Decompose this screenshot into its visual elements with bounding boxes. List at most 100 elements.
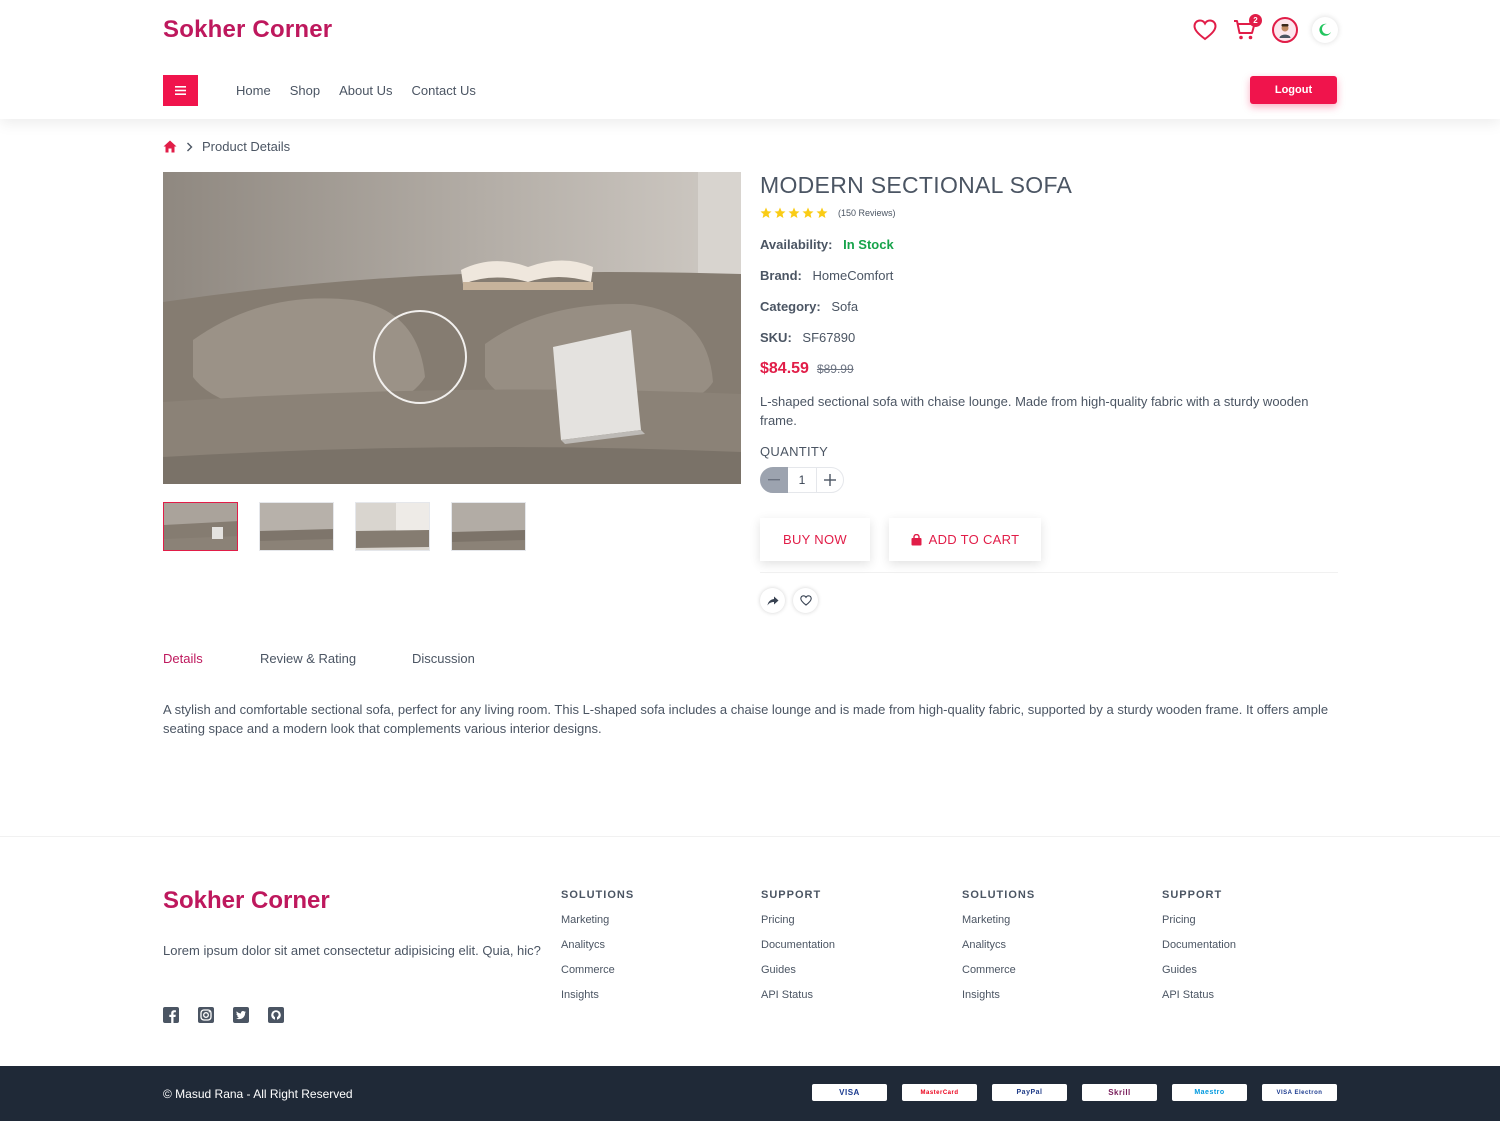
nav-contact-us[interactable]: Contact Us: [412, 83, 476, 98]
availability-label: Availability:: [760, 237, 833, 252]
purchase-actions: BUY NOW ADD TO CART: [760, 518, 1338, 561]
chevron-right-icon: [187, 142, 193, 151]
thumbnail-image: [260, 503, 333, 550]
site-header: Sokher Corner 2 Home Shop About Us Conta…: [0, 0, 1500, 119]
nav-shop[interactable]: Shop: [290, 83, 320, 98]
payment-card-visa: VISA: [812, 1084, 887, 1101]
divider: [760, 572, 1338, 573]
sku-label: SKU:: [760, 330, 792, 345]
payment-card-paypal: PayPal: [992, 1084, 1067, 1101]
payment-methods: VISA MasterCard PayPal Skrill Maestro VI…: [812, 1084, 1337, 1101]
nav-home[interactable]: Home: [236, 83, 271, 98]
wishlist-button[interactable]: [1192, 17, 1218, 43]
thumbnail-image: [356, 503, 429, 550]
footer-link-analitycs[interactable]: Analitycs: [962, 939, 1035, 951]
category-value: Sofa: [831, 299, 859, 314]
github-icon[interactable]: [268, 1007, 284, 1023]
menu-button[interactable]: [163, 75, 198, 106]
price-row: $84.59 $89.99: [760, 360, 1338, 378]
tab-details[interactable]: Details: [163, 651, 260, 666]
product-info: MODERN SECTIONAL SOFA (150 Reviews) Avai…: [760, 172, 1338, 613]
cart-count-badge: 2: [1249, 14, 1262, 27]
thumbnail-4[interactable]: [451, 502, 526, 551]
quantity-decrease-button[interactable]: [760, 467, 788, 493]
bag-icon: [911, 533, 922, 545]
quantity-label: QUANTITY: [760, 444, 829, 459]
avatar[interactable]: [1272, 17, 1298, 43]
footer-column-title: SOLUTIONS: [962, 889, 1036, 901]
brand-row: Brand: HomeComfort: [760, 268, 1338, 283]
quantity-stepper: 1: [760, 467, 1338, 493]
copyright-text: © Masud Rana - All Right Reserved: [163, 1087, 353, 1101]
current-price: $84.59: [760, 360, 809, 377]
sku-row: SKU: SF67890: [760, 330, 1338, 345]
footer-link-commerce[interactable]: Commerce: [561, 964, 634, 976]
add-to-wishlist-button[interactable]: [793, 588, 818, 613]
plus-icon: [824, 474, 836, 486]
breadcrumb: Product Details: [163, 139, 290, 154]
footer-link-pricing[interactable]: Pricing: [761, 914, 835, 926]
footer-link-marketing[interactable]: Marketing: [962, 914, 1035, 926]
instagram-icon[interactable]: [198, 1007, 214, 1023]
footer-link-analitycs[interactable]: Analitycs: [561, 939, 634, 951]
moon-icon: [1319, 23, 1331, 36]
footer-social-links: [163, 1007, 284, 1023]
footer-link-insights[interactable]: Insights: [561, 989, 634, 1001]
star-icon: [816, 207, 828, 218]
logout-button[interactable]: Logout: [1250, 76, 1337, 104]
footer-link-documentation[interactable]: Documentation: [761, 939, 835, 951]
quantity-input[interactable]: 1: [788, 467, 816, 493]
product-rating: (150 Reviews): [760, 207, 1338, 219]
tab-discussion[interactable]: Discussion: [412, 651, 475, 666]
tab-review-rating[interactable]: Review & Rating: [260, 651, 412, 666]
sofa-photo: [163, 172, 741, 484]
footer-link-documentation[interactable]: Documentation: [1162, 939, 1236, 951]
thumbnail-3[interactable]: [355, 502, 430, 551]
footer-link-insights[interactable]: Insights: [962, 989, 1035, 1001]
thumbnail-2[interactable]: [259, 502, 334, 551]
thumbnail-image: [164, 503, 237, 550]
footer-brand[interactable]: Sokher Corner: [163, 887, 330, 915]
add-to-cart-button[interactable]: ADD TO CART: [889, 518, 1041, 561]
cart-button[interactable]: 2: [1232, 14, 1262, 43]
footer-column-solutions-2: SOLUTIONS Marketing Analitycs Commerce I…: [962, 889, 1035, 1014]
share-button[interactable]: [760, 588, 785, 613]
footer-column-support-2: SUPPORT Pricing Documentation Guides API…: [1162, 889, 1236, 1014]
thumbnail-1[interactable]: [163, 502, 238, 551]
footer-link-pricing[interactable]: Pricing: [1162, 914, 1236, 926]
star-icon: [788, 207, 800, 218]
product-tabs: Details Review & Rating Discussion: [163, 651, 475, 666]
footer-link-guides[interactable]: Guides: [1162, 964, 1236, 976]
footer-column-support: SUPPORT Pricing Documentation Guides API…: [761, 889, 835, 1014]
product-main-image[interactable]: [163, 172, 741, 484]
minus-icon: [768, 479, 780, 481]
brand-logo[interactable]: Sokher Corner: [163, 16, 332, 44]
payment-card-maestro: Maestro: [1172, 1084, 1247, 1101]
quantity-increase-button[interactable]: [816, 467, 844, 493]
product-title: MODERN SECTIONAL SOFA: [760, 172, 1073, 198]
payment-card-visa-electron: VISA Electron: [1262, 1084, 1337, 1101]
twitter-icon[interactable]: [233, 1007, 249, 1023]
footer-description: Lorem ipsum dolor sit amet consectetur a…: [163, 943, 541, 958]
footer-link-commerce[interactable]: Commerce: [962, 964, 1035, 976]
product-share-actions: [760, 588, 1338, 613]
footer-link-marketing[interactable]: Marketing: [561, 914, 634, 926]
header-icons: 2: [1192, 14, 1338, 43]
footer-link-guides[interactable]: Guides: [761, 964, 835, 976]
payment-card-mastercard: MasterCard: [902, 1084, 977, 1101]
product-short-description: L-shaped sectional sofa with chaise loun…: [760, 394, 1309, 428]
footer-link-api-status[interactable]: API Status: [1162, 989, 1236, 1001]
home-icon[interactable]: [163, 140, 177, 153]
buy-now-button[interactable]: BUY NOW: [760, 518, 870, 561]
share-icon: [767, 596, 778, 605]
facebook-icon[interactable]: [163, 1007, 179, 1023]
theme-toggle[interactable]: [1312, 17, 1338, 43]
menu-icon: [175, 86, 186, 95]
availability-value: In Stock: [843, 237, 894, 252]
add-to-cart-label: ADD TO CART: [928, 532, 1020, 547]
thumbnail-image: [452, 503, 525, 550]
footer-link-api-status[interactable]: API Status: [761, 989, 835, 1001]
product-thumbnails: [163, 502, 526, 551]
nav-about-us[interactable]: About Us: [339, 83, 392, 98]
footer-column-title: SOLUTIONS: [561, 889, 635, 901]
